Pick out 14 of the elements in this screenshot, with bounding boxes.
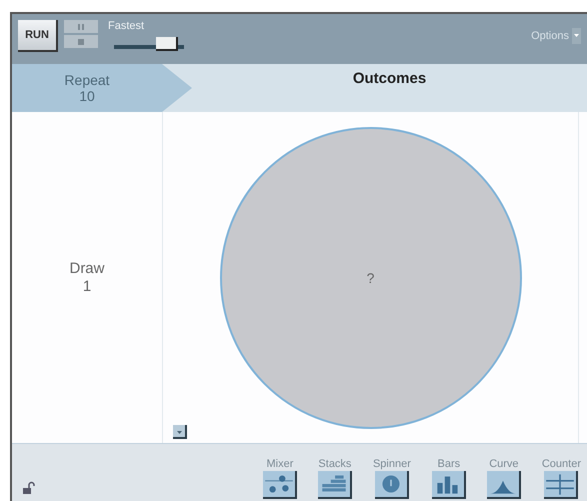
speed-label: Fastest — [108, 20, 146, 33]
outcome-label: ? — [366, 270, 374, 286]
run-button[interactable]: RUN — [18, 20, 58, 52]
options-menu[interactable]: Options — [531, 30, 569, 42]
stop-icon — [78, 38, 84, 44]
draw-count: 1 — [82, 278, 92, 296]
repeat-tab[interactable]: Repeat 10 — [12, 64, 192, 112]
draw-label: Draw — [69, 260, 104, 278]
spinner-device[interactable]: ? — [220, 126, 522, 428]
pause-icon — [78, 24, 84, 30]
lock-icon[interactable] — [22, 481, 36, 495]
slider-thumb[interactable] — [156, 37, 178, 51]
outcomes-heading: Outcomes — [352, 70, 426, 89]
collapse-toggle[interactable] — [173, 425, 187, 439]
